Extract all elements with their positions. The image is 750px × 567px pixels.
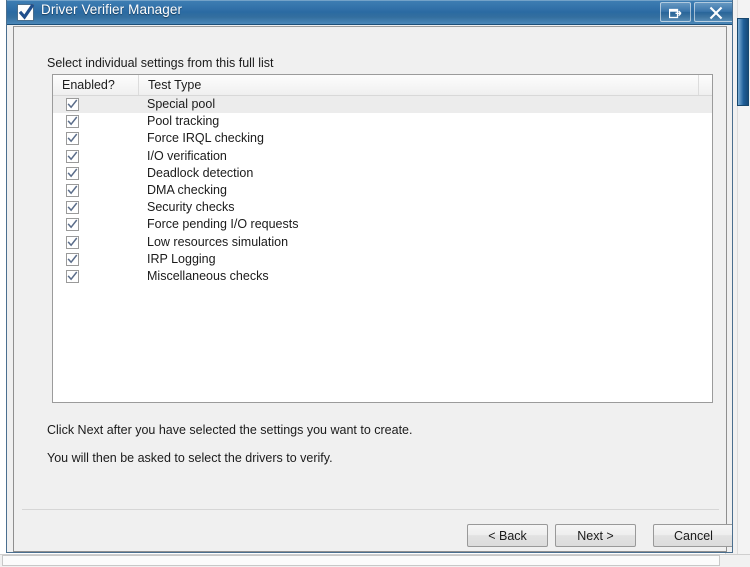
table-row[interactable]: Deadlock detection [53, 165, 712, 182]
footer-instruction-primary: Click Next after you have selected the s… [47, 423, 413, 437]
row-enabled-checkbox[interactable] [66, 201, 79, 215]
row-test-type-label: Force pending I/O requests [147, 217, 299, 232]
back-button[interactable]: < Back [467, 524, 548, 547]
row-enabled-checkbox[interactable] [66, 218, 79, 232]
row-test-type-label: Special pool [147, 97, 216, 111]
table-row[interactable]: IRP Logging [53, 251, 712, 268]
row-test-type-label: Miscellaneous checks [147, 268, 269, 283]
footer-instruction-secondary: You will then be asked to select the dri… [47, 451, 333, 465]
dialog-client-area: Select individual settings from this ful… [13, 26, 732, 552]
row-enabled-checkbox[interactable] [66, 183, 79, 197]
next-button[interactable]: Next > [555, 524, 636, 547]
column-header-test-type[interactable]: Test Type [139, 75, 699, 95]
table-row[interactable]: DMA checking [53, 182, 712, 199]
footer-divider [22, 509, 719, 510]
row-test-type-label: I/O verification [147, 148, 227, 163]
restore-button[interactable] [660, 2, 691, 22]
row-test-type-label: Deadlock detection [147, 165, 254, 180]
page-vertical-scrollbar[interactable] [737, 0, 750, 567]
row-enabled-checkbox[interactable] [66, 269, 79, 283]
scrollbar-thumb[interactable] [737, 18, 749, 106]
cancel-button[interactable]: Cancel [653, 524, 732, 547]
row-enabled-checkbox[interactable] [66, 98, 79, 111]
listview-body: Special pool Pool tracking Force IRQL chec… [53, 96, 712, 402]
row-enabled-checkbox[interactable] [66, 252, 79, 266]
window-title: Driver Verifier Manager [41, 2, 183, 17]
column-header-enabled[interactable]: Enabled? [53, 75, 139, 95]
row-test-type-label: Low resources simulation [147, 234, 289, 249]
instruction-label: Select individual settings from this ful… [47, 56, 274, 70]
page-horizontal-scrollbar[interactable] [0, 554, 750, 567]
row-test-type-label: Security checks [147, 200, 235, 215]
settings-listview[interactable]: Enabled? Test Type Special pool Pool trac… [52, 74, 713, 403]
row-enabled-checkbox[interactable] [66, 166, 79, 180]
row-enabled-checkbox[interactable] [66, 132, 79, 146]
table-row[interactable]: Special pool [53, 96, 712, 114]
row-test-type-label: IRP Logging [147, 251, 216, 266]
checkmark-document-icon [17, 4, 35, 21]
row-enabled-checkbox[interactable] [66, 235, 79, 249]
row-enabled-checkbox[interactable] [66, 149, 79, 163]
driver-verifier-window: Driver Verifier Manager Select individua… [6, 0, 733, 553]
table-row[interactable]: Low resources simulation [53, 234, 712, 251]
row-test-type-label: Force IRQL checking [147, 131, 264, 146]
table-row[interactable]: Security checks [53, 199, 712, 216]
close-button[interactable] [694, 2, 732, 22]
table-row[interactable]: Force IRQL checking [53, 130, 712, 147]
table-row[interactable]: I/O verification [53, 148, 712, 165]
table-row[interactable]: Pool tracking [53, 113, 712, 130]
row-enabled-checkbox[interactable] [66, 115, 79, 129]
row-test-type-label: Pool tracking [147, 114, 220, 129]
table-row[interactable]: Miscellaneous checks [53, 268, 712, 285]
table-row[interactable]: Force pending I/O requests [53, 216, 712, 233]
listview-header: Enabled? Test Type [53, 75, 712, 96]
title-bar[interactable]: Driver Verifier Manager [7, 0, 732, 25]
horizontal-scrollbar-track[interactable] [2, 555, 720, 566]
column-header-spacer[interactable] [699, 75, 712, 95]
row-test-type-label: DMA checking [147, 182, 227, 197]
